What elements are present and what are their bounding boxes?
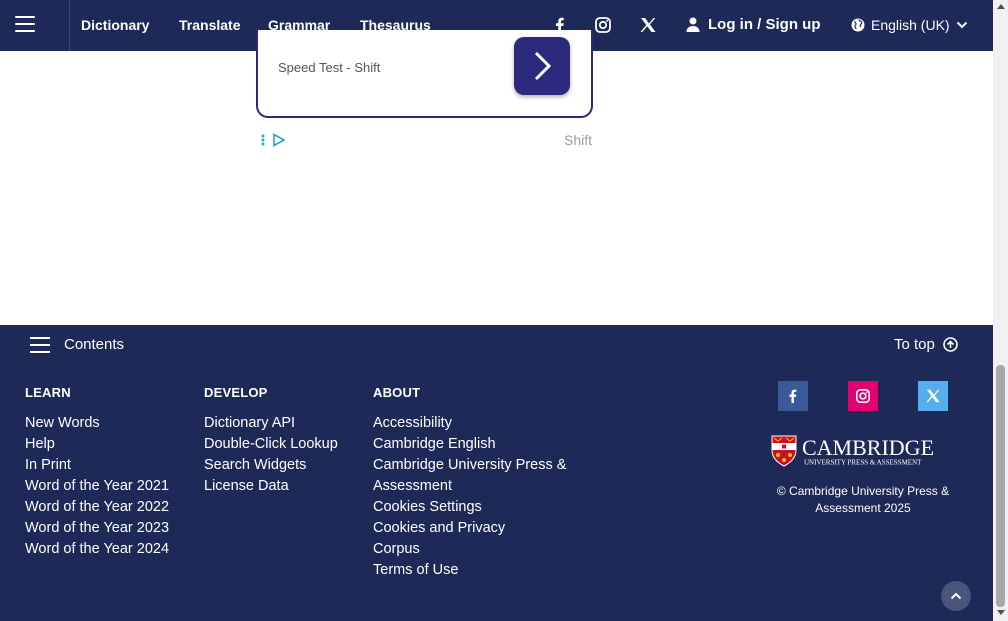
footer-link[interactable]: Cookies Settings xyxy=(373,497,568,518)
logo-subtitle: UNIVERSITY PRESS & ASSESSMENT xyxy=(804,459,922,467)
ad-controls xyxy=(260,133,286,147)
footer-link[interactable]: Corpus xyxy=(373,539,568,560)
footer-x-button[interactable] xyxy=(918,381,948,411)
globe-icon xyxy=(851,18,865,32)
footer-link[interactable]: Word of the Year 2023 xyxy=(25,518,169,539)
nav-link-dictionary[interactable]: Dictionary xyxy=(81,17,149,33)
ad-text: Speed Test - Shift xyxy=(278,60,381,75)
login-label: Log in / Sign up xyxy=(708,16,821,33)
arrow-up-circle-icon xyxy=(943,337,958,352)
scroll-up-arrow-icon[interactable] xyxy=(997,4,1005,9)
chevron-down-icon xyxy=(956,21,967,29)
to-top-label: To top xyxy=(894,336,935,353)
footer-link[interactable]: Word of the Year 2021 xyxy=(25,476,169,497)
copyright-text: © Cambridge University Press & Assessmen… xyxy=(776,484,950,515)
scrollbar[interactable] xyxy=(993,0,1008,621)
instagram-icon[interactable] xyxy=(594,16,612,34)
more-options-icon[interactable] xyxy=(260,133,266,147)
footer-instagram-button[interactable] xyxy=(848,381,878,411)
user-icon xyxy=(686,17,700,32)
to-top-link[interactable]: To top xyxy=(894,336,958,353)
footer-link[interactable]: New Words xyxy=(25,413,169,434)
ad-next-button[interactable] xyxy=(514,37,570,95)
footer-column-develop: DEVELOP Dictionary API Double-Click Look… xyxy=(204,385,338,497)
language-selector[interactable]: English (UK) xyxy=(851,17,968,33)
nav-link-translate[interactable]: Translate xyxy=(179,17,240,33)
contents-label: Contents xyxy=(64,336,125,353)
footer-column-about: ABOUT Accessibility Cambridge English Ca… xyxy=(373,385,568,581)
footer-link[interactable]: Double-Click Lookup xyxy=(204,434,338,455)
footer-link[interactable]: Cookies and Privacy xyxy=(373,518,568,539)
footer-link[interactable]: Help xyxy=(25,434,169,455)
logo-wordmark: CAMBRIDGE xyxy=(802,435,934,460)
nav-divider xyxy=(69,0,70,51)
scroll-down-arrow-icon[interactable] xyxy=(997,610,1005,615)
column-heading: ABOUT xyxy=(373,385,421,400)
chevron-up-icon xyxy=(950,592,962,600)
cambridge-logo[interactable]: CAMBRIDGE UNIVERSITY PRESS & ASSESSMENT xyxy=(771,435,953,467)
ad-card[interactable]: Speed Test - Shift xyxy=(256,30,593,118)
footer-link[interactable]: License Data xyxy=(204,476,338,497)
scroll-up-button[interactable] xyxy=(941,581,971,611)
adchoices-icon[interactable] xyxy=(272,133,286,147)
footer-link[interactable]: Word of the Year 2024 xyxy=(25,539,169,560)
column-heading: DEVELOP xyxy=(204,385,268,400)
footer-link[interactable]: In Print xyxy=(25,455,169,476)
instagram-icon xyxy=(855,388,871,404)
login-button[interactable]: Log in / Sign up xyxy=(686,16,820,33)
footer-facebook-button[interactable] xyxy=(778,381,808,411)
facebook-icon xyxy=(789,389,797,404)
shield-icon xyxy=(771,435,797,467)
footer-link[interactable]: Accessibility xyxy=(373,413,568,434)
contents-toggle[interactable]: Contents xyxy=(30,336,124,353)
language-label: English (UK) xyxy=(871,17,950,33)
column-heading: LEARN xyxy=(25,385,71,400)
footer-link[interactable]: Cambridge University Press & Assessment xyxy=(373,455,568,497)
x-icon xyxy=(926,389,940,403)
footer-link[interactable]: Terms of Use xyxy=(373,560,568,581)
footer-link[interactable]: Cambridge English xyxy=(373,434,568,455)
scrollbar-thumb[interactable] xyxy=(996,365,1005,607)
footer-link[interactable]: Search Widgets xyxy=(204,455,338,476)
footer: Contents To top LEARN New Words Help In … xyxy=(0,325,993,621)
footer-column-learn: LEARN New Words Help In Print Word of th… xyxy=(25,385,169,560)
chevron-right-icon xyxy=(534,51,552,81)
footer-link[interactable]: Word of the Year 2022 xyxy=(25,497,169,518)
menu-icon xyxy=(30,336,50,353)
footer-link[interactable]: Dictionary API xyxy=(204,413,338,434)
ad-brand[interactable]: Shift xyxy=(564,132,592,148)
x-icon[interactable] xyxy=(639,16,657,34)
menu-icon[interactable] xyxy=(15,16,35,32)
